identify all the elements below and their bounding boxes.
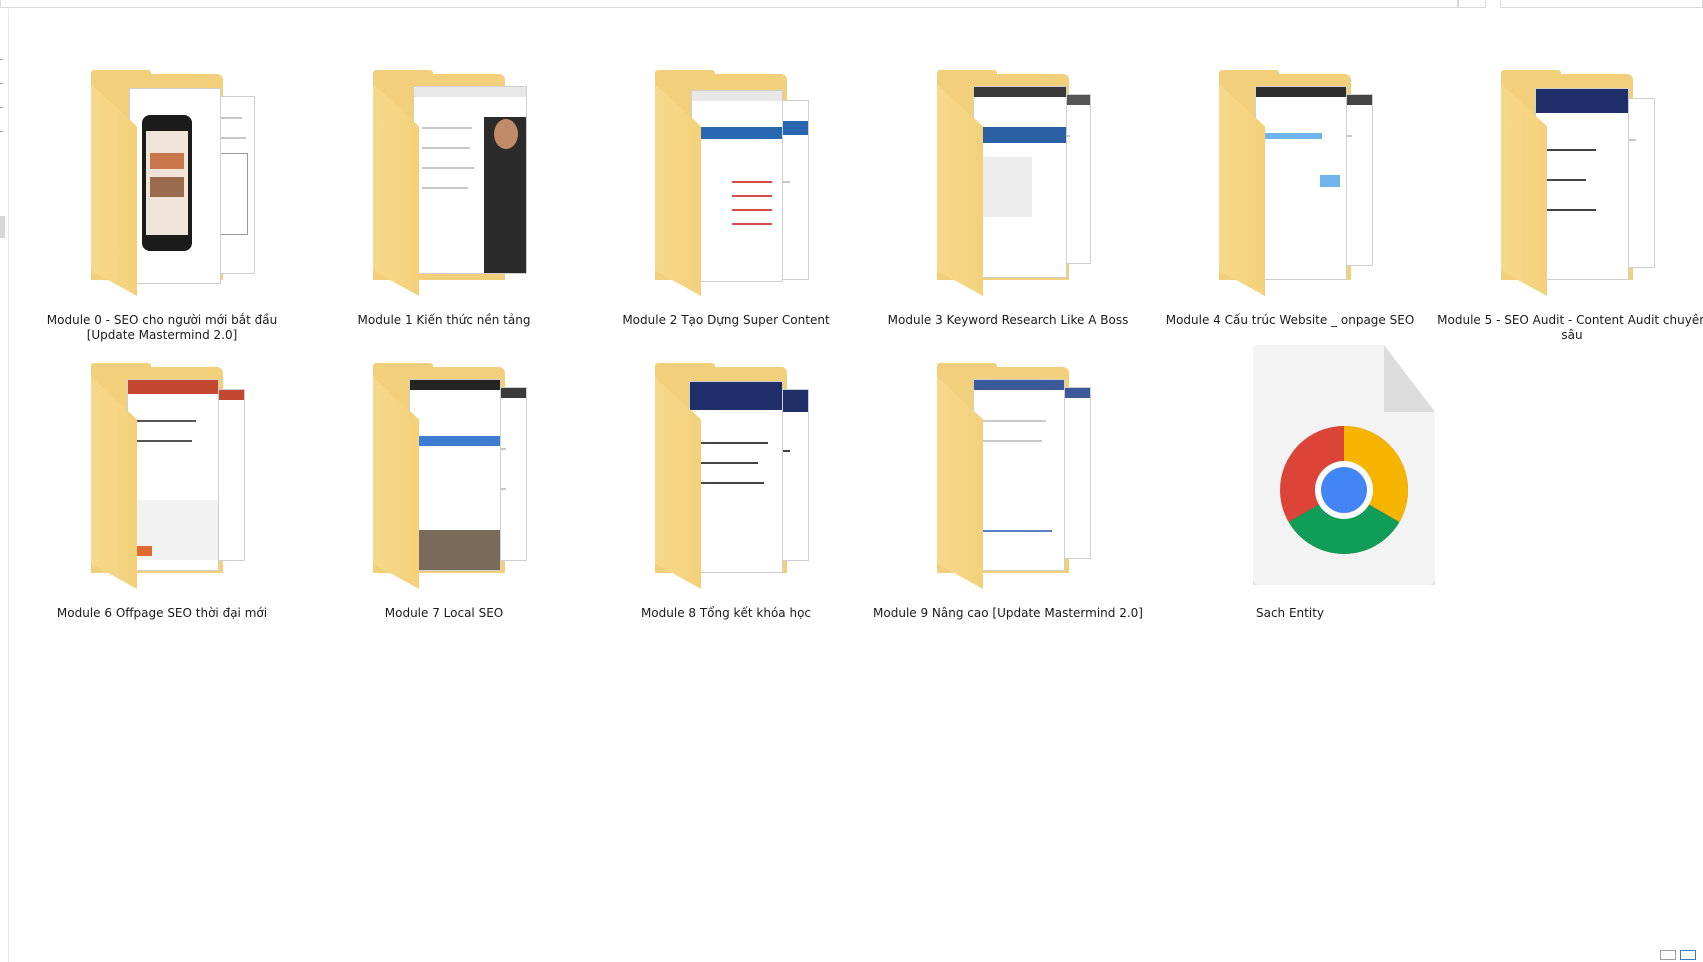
item-label: Module 8 Tổng kết khóa học [640,606,812,620]
folder-item[interactable]: Module 5 - SEO Audit - Content Audit chu… [1431,34,1703,342]
address-bar-area [0,0,1703,9]
nav-expand-icon[interactable] [0,59,3,60]
folder-item[interactable]: Module 7 Local SEO [303,327,585,620]
item-label: Module 3 Keyword Research Like A Boss [887,313,1129,327]
folder-icon [373,70,553,306]
folder-icon [655,70,835,306]
folder-icon [655,363,835,599]
item-label: Sach Entity [1255,606,1325,620]
folder-icon [1219,70,1399,306]
address-bar[interactable] [0,0,1458,8]
nav-expand-icon[interactable] [0,107,3,108]
item-label: Module 1 Kiến thức nền tảng [357,313,531,327]
folder-item[interactable]: Module 0 - SEO cho người mới bắt đầu [Up… [21,34,303,342]
view-toggle [1660,950,1700,962]
nav-expand-icon[interactable] [0,83,3,84]
item-label: Module 2 Tạo Dựng Super Content [622,313,830,327]
folder-icon [937,363,1117,599]
item-label: Module 5 - SEO Audit - Content Audit chu… [1437,313,1703,342]
folder-icon [937,70,1117,306]
folder-icon [1501,70,1681,306]
folder-item[interactable]: Module 4 Cấu trúc Website _ onpage SEO [1149,34,1431,327]
file-item[interactable]: Sach Entity [1149,327,1435,620]
folder-icon [373,363,553,599]
folder-item[interactable]: Module 9 Nâng cao [Update Mastermind 2.0… [867,327,1149,620]
details-view-icon[interactable] [1660,950,1676,960]
large-icons-view-icon[interactable] [1680,950,1696,960]
folder-icon [91,70,271,306]
nav-scrollbar-thumb[interactable] [0,216,5,238]
item-label: Module 7 Local SEO [384,606,504,620]
folder-icon [91,363,271,599]
chrome-html-file-icon [1253,345,1435,585]
file-list: Module 0 - SEO cho người mới bắt đầu [Up… [9,9,1703,962]
folder-item[interactable]: Module 3 Keyword Research Like A Boss [867,34,1149,327]
refresh-button[interactable] [1458,0,1486,8]
folder-item[interactable]: Module 8 Tổng kết khóa học [585,327,867,620]
item-label: Module 4 Cấu trúc Website _ onpage SEO [1165,313,1415,327]
nav-expand-icon[interactable] [0,131,3,132]
item-label: Module 9 Nâng cao [Update Mastermind 2.0… [873,606,1143,620]
search-box[interactable] [1500,0,1703,8]
folder-item[interactable]: Module 6 Offpage SEO thời đại mới [21,327,303,620]
folder-item[interactable]: Module 1 Kiến thức nền tảng [303,34,585,327]
item-label: Module 6 Offpage SEO thời đại mới [56,606,268,620]
navigation-pane [0,9,9,962]
folder-item[interactable]: Module 2 Tạo Dựng Super Content [585,34,867,327]
